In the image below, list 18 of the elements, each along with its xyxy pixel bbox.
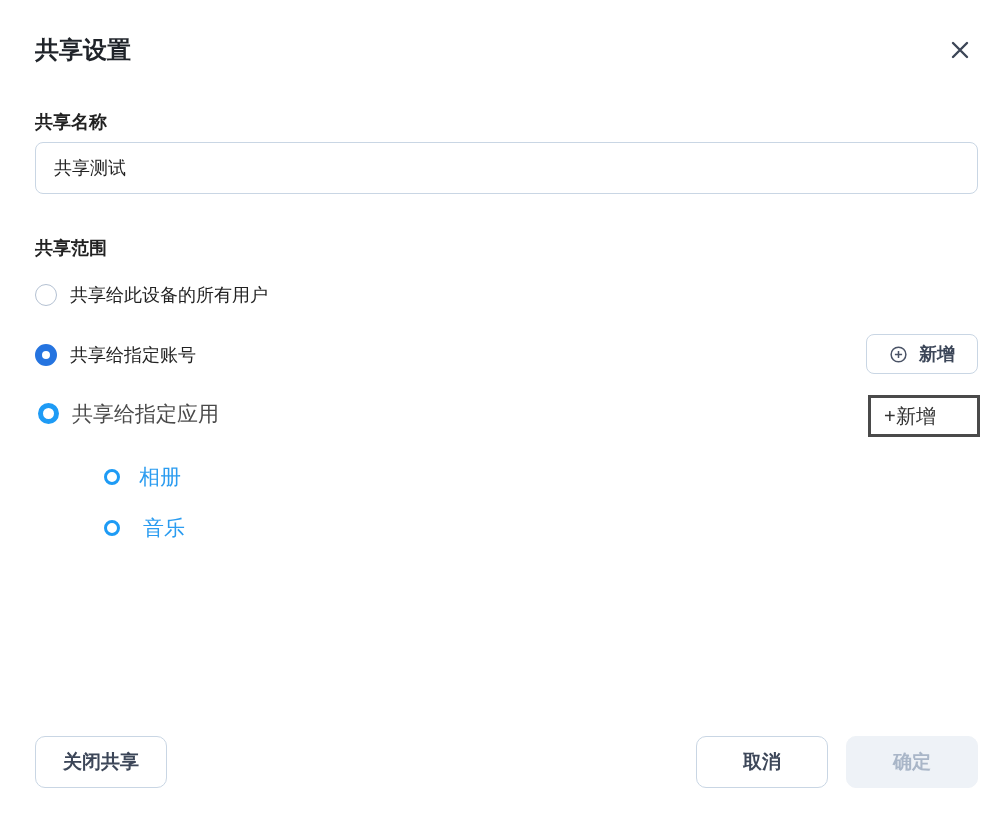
radio-label: 共享给此设备的所有用户 (70, 284, 268, 307)
radio-label: 共享给指定账号 (70, 344, 196, 367)
radio-button[interactable] (38, 403, 59, 424)
radio-label: 共享给指定应用 (72, 401, 219, 426)
name-input-field[interactable]: 共享测试 (35, 142, 978, 194)
close-sharing-button[interactable]: 关闭共享 (35, 736, 167, 788)
add-button[interactable]: +新增 (868, 395, 980, 437)
ring-marker-icon (104, 469, 120, 485)
add-button[interactable]: 新增 (866, 334, 978, 374)
plus-circle-icon (889, 345, 907, 363)
cancel-button[interactable]: 取消 (696, 736, 828, 788)
close-icon[interactable] (951, 41, 969, 59)
dialog-title: 共享设置 (35, 35, 131, 65)
radio-button[interactable] (35, 284, 57, 306)
radio-button[interactable] (35, 344, 57, 366)
section-label: 共享范围 (35, 237, 107, 260)
field-label: 共享名称 (35, 111, 107, 134)
ring-marker-icon (104, 520, 120, 536)
